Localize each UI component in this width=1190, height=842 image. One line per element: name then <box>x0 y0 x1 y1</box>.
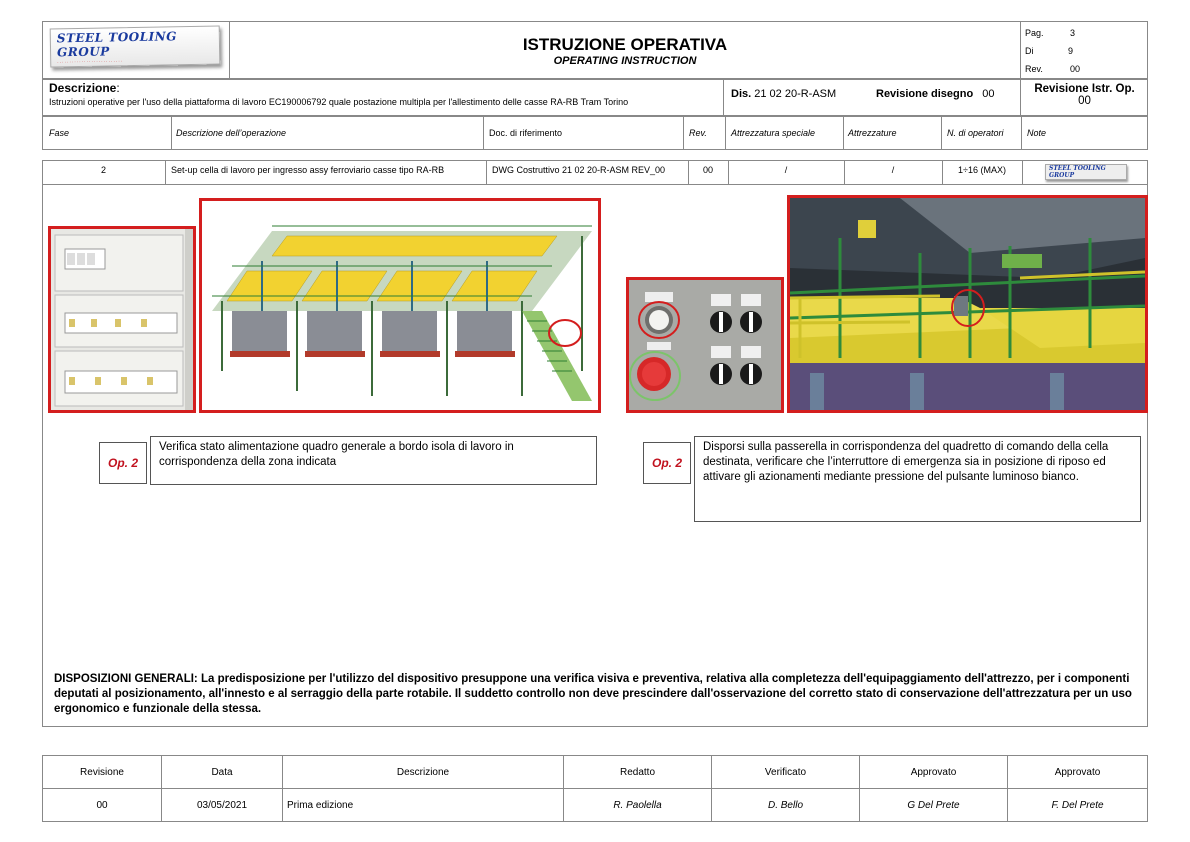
header-divider-2 <box>1020 21 1021 79</box>
col-divider <box>725 116 726 150</box>
instruction-revision: Revisione Istr. Op. 00 <box>1034 83 1135 107</box>
row-operators: 1÷16 (MAX) <box>958 165 1006 175</box>
walkway-detail-render <box>787 195 1148 413</box>
col-fase: Fase <box>49 128 70 138</box>
rev-header-approved: Approvato <box>859 755 1008 789</box>
row-special-equipment: / <box>784 165 788 175</box>
revision-value-row: 00 03/05/2021 Prima edizione R. Paolella… <box>42 788 1148 822</box>
col-special-equipment: Attrezzatura speciale <box>731 128 816 138</box>
row-doc: DWG Costruttivo 21 02 20-R-ASM REV_00 <box>492 165 666 175</box>
rev-value-drafted: R. Paolella <box>563 788 712 822</box>
drawing-revision: Revisione disegno 00 <box>876 88 995 100</box>
col-rev: Rev. <box>689 128 707 138</box>
row-note-logo: STEEL TOOLING GROUP <box>1045 164 1127 180</box>
platform-overview-render <box>199 198 601 413</box>
data-row-bottom <box>42 184 1148 185</box>
description-label: Descrizione: <box>49 81 120 95</box>
general-provisions: DISPOSIZIONI GENERALI: La predisposizion… <box>54 673 1132 715</box>
drawing-number: Dis. 21 02 20-R-ASM <box>731 88 837 100</box>
row-equipment: / <box>891 165 895 175</box>
description-divider-1 <box>723 79 724 116</box>
control-panel-photo <box>626 277 784 413</box>
row-divider <box>165 160 166 184</box>
op-label-2: Op. 2 <box>643 442 691 484</box>
of-label: Di <box>1025 46 1034 56</box>
op-text-1: Verifica stato alimentazione quadro gene… <box>150 436 597 485</box>
description-text: Istruzioni operative per l'uso della pia… <box>49 97 629 107</box>
col-divider <box>843 116 844 150</box>
rev-label: Rev. <box>1025 64 1043 74</box>
col-note: Note <box>1027 128 1047 138</box>
rev-value-approved-2: F. Del Prete <box>1007 788 1148 822</box>
row-description: Set-up cella di lavoro per ingresso assy… <box>171 165 445 175</box>
document-title: ISTRUZIONE OPERATIVA <box>522 35 728 54</box>
revision-table: Revisione Data Descrizione Redatto Verif… <box>42 755 1148 822</box>
rev-header-revision: Revisione <box>42 755 162 789</box>
col-description: Descrizione dell’operazione <box>176 128 287 138</box>
row-divider <box>1022 160 1023 184</box>
row-fase: 2 <box>100 165 106 175</box>
rev-header-date: Data <box>161 755 283 789</box>
col-divider <box>941 116 942 150</box>
electrical-panel-photo <box>48 226 196 413</box>
col-operators: N. di operatori <box>947 128 1004 138</box>
row-rev: 00 <box>702 165 713 175</box>
col-equipment: Attrezzature <box>848 128 897 138</box>
col-divider <box>683 116 684 150</box>
col-divider <box>171 116 172 150</box>
company-logo: STEEL TOOLING GROUP · · · · · · · · · · … <box>49 25 221 67</box>
op-label-1: Op. 2 <box>99 442 147 484</box>
revision-header-row: Revisione Data Descrizione Redatto Verif… <box>42 755 1148 789</box>
rev-header-verified: Verificato <box>711 755 860 789</box>
col-divider <box>483 116 484 150</box>
rev-header-approved-2: Approvato <box>1007 755 1148 789</box>
col-divider <box>1021 116 1022 150</box>
row-divider <box>486 160 487 184</box>
rev-value: 00 <box>1070 64 1081 74</box>
rev-value-approved: G Del Prete <box>859 788 1008 822</box>
page-value: 3 <box>1070 28 1076 38</box>
rev-value-verified: D. Bello <box>711 788 860 822</box>
rev-value-description: Prima edizione <box>282 788 564 822</box>
rev-value-date: 03/05/2021 <box>161 788 283 822</box>
op-text-2: Disporsi sulla passerella in corrisponde… <box>694 436 1141 522</box>
rev-header-description: Descrizione <box>282 755 564 789</box>
rev-value-revision: 00 <box>42 788 162 822</box>
document-subtitle: OPERATING INSTRUCTION <box>553 55 697 67</box>
col-doc: Doc. di riferimento <box>489 128 563 138</box>
page-label: Pag. <box>1025 28 1044 38</box>
of-value: 9 <box>1068 46 1074 56</box>
rev-header-drafted: Redatto <box>563 755 712 789</box>
